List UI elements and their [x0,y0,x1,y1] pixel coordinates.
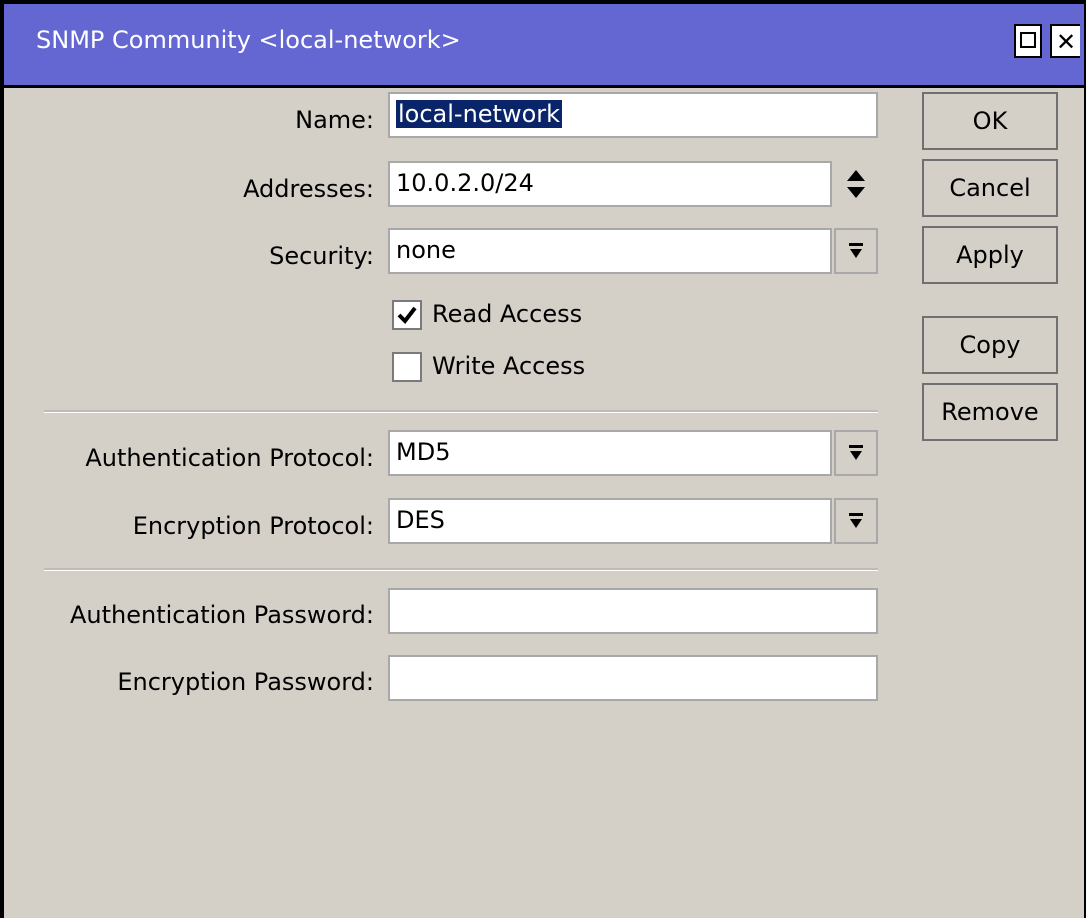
up-down-spinner-icon[interactable] [834,161,878,207]
cancel-button[interactable]: Cancel [922,159,1058,217]
snmp-community-window: SNMP Community <local-network> ✕ Name: l… [0,0,1086,918]
write-access-checkbox[interactable] [392,352,422,382]
name-value: local-network [396,100,563,128]
title-bar[interactable]: SNMP Community <local-network> ✕ [4,4,1084,88]
copy-button[interactable]: Copy [922,316,1058,374]
dropdown-arrow-icon[interactable] [834,498,878,544]
separator [44,568,878,571]
remove-button[interactable]: Remove [922,383,1058,441]
security-select[interactable]: none [388,228,832,274]
close-icon[interactable]: ✕ [1050,24,1080,58]
name-input[interactable]: local-network [388,92,878,138]
enc-protocol-select[interactable]: DES [388,498,832,544]
dropdown-arrow-icon[interactable] [834,430,878,476]
separator [44,410,878,413]
security-label: Security: [269,242,374,270]
addresses-label: Addresses: [243,175,374,203]
enc-protocol-label: Encryption Protocol: [132,512,374,540]
enc-password-input[interactable] [388,655,878,701]
auth-password-input[interactable] [388,588,878,634]
read-access-label[interactable]: Read Access [432,300,582,328]
addresses-input[interactable]: 10.0.2.0/24 [388,161,832,207]
maximize-icon[interactable] [1014,24,1042,58]
auth-protocol-label: Authentication Protocol: [85,444,374,472]
auth-protocol-select[interactable]: MD5 [388,430,832,476]
checkmark-icon [397,306,417,325]
ok-button[interactable]: OK [922,92,1058,150]
auth-password-label: Authentication Password: [70,601,374,629]
read-access-checkbox[interactable] [392,300,422,330]
enc-password-label: Encryption Password: [117,668,374,696]
write-access-label[interactable]: Write Access [432,352,585,380]
apply-button[interactable]: Apply [922,226,1058,284]
dropdown-arrow-icon[interactable] [834,228,878,274]
window-title: SNMP Community <local-network> [36,26,461,54]
name-label: Name: [295,106,374,134]
